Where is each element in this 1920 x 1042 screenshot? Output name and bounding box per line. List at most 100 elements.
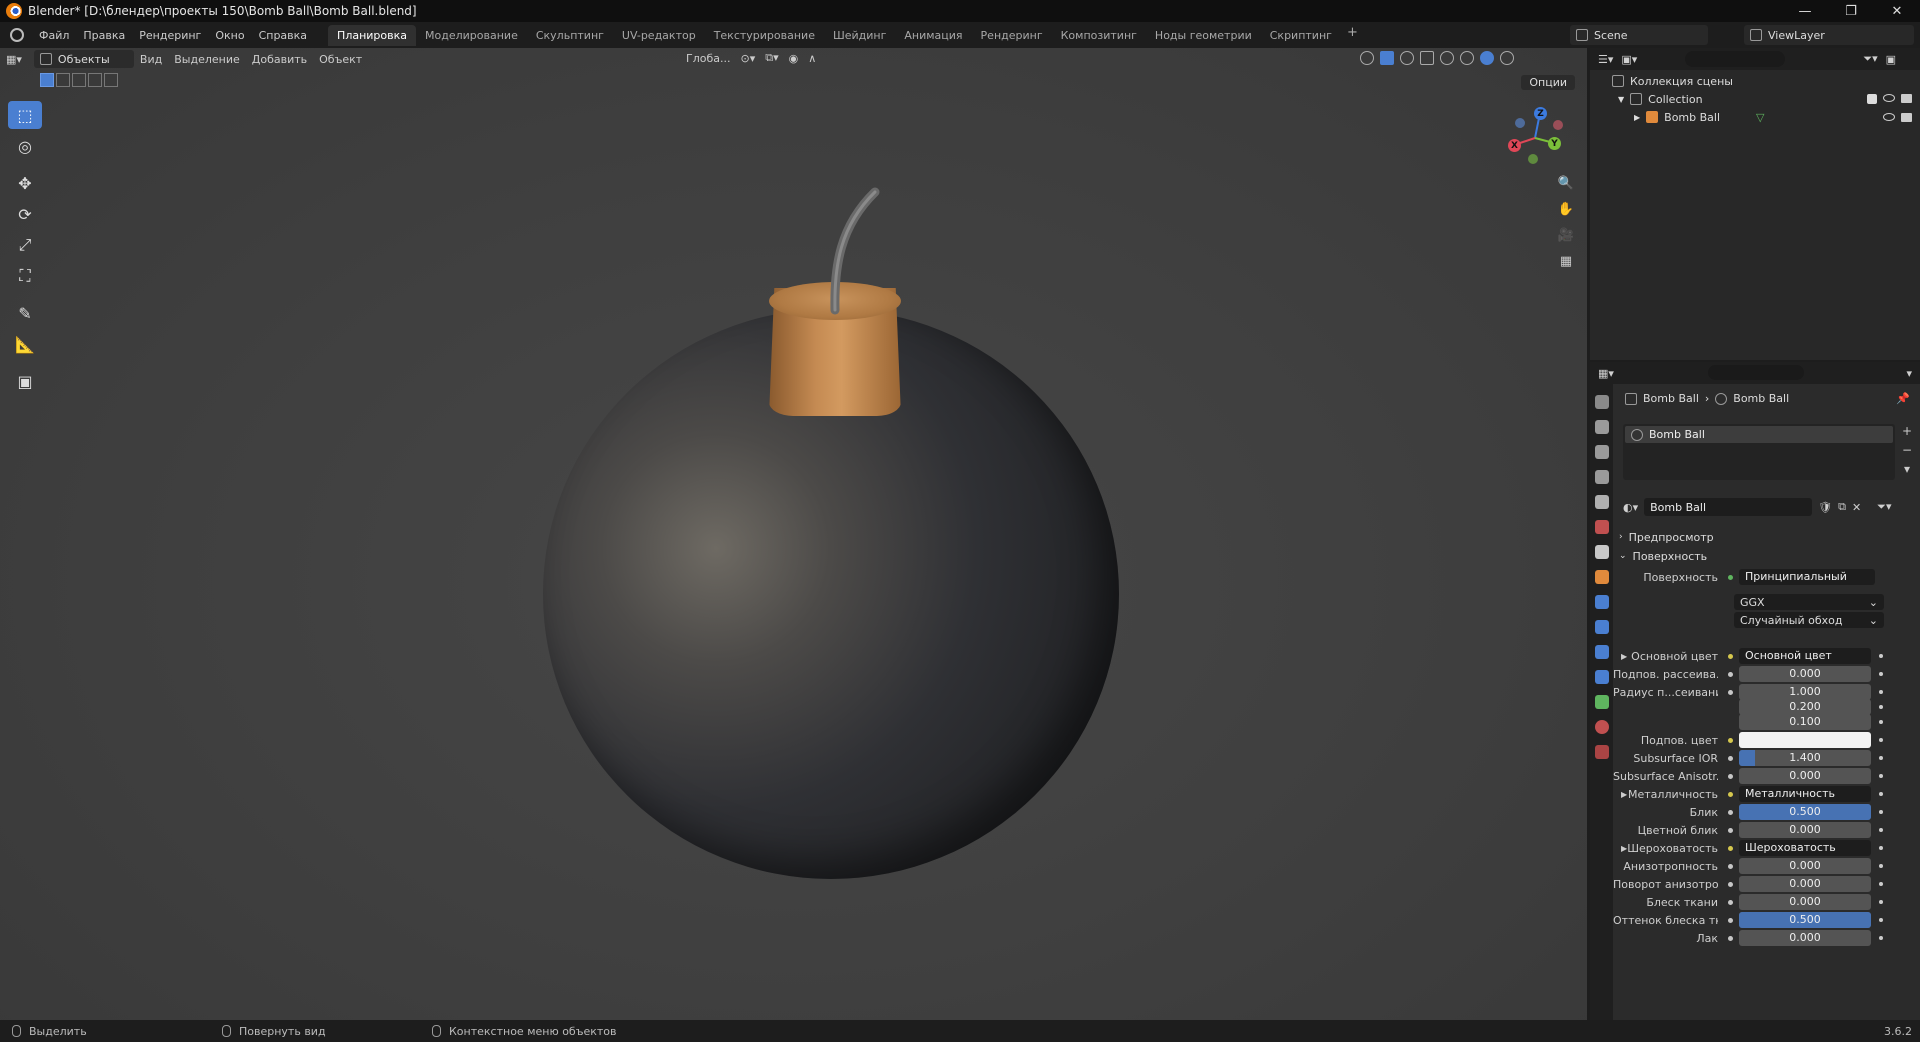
properties-editor-icon[interactable]: ▦▾ (1598, 367, 1614, 380)
tab-sculpting[interactable]: Скульптинг (527, 25, 613, 46)
keyframe-dot-icon[interactable] (1879, 672, 1883, 676)
pan-hand-icon[interactable]: ✋ (1555, 198, 1577, 220)
keyframe-dot-icon[interactable] (1879, 705, 1883, 709)
tab-geometry-nodes[interactable]: Ноды геометрии (1146, 25, 1261, 46)
object-mode-dropdown[interactable]: Объекты (33, 50, 134, 68)
menu-select[interactable]: Выделение (168, 53, 246, 66)
value-field[interactable]: 0.000 (1739, 894, 1871, 910)
value-field[interactable]: 1.400 (1739, 750, 1871, 766)
visibility-icon[interactable] (1360, 51, 1374, 65)
pin-icon[interactable]: 📌 (1896, 392, 1910, 405)
editor-type-icon[interactable]: ▦▾ (0, 49, 28, 69)
constraints-tab-icon[interactable] (1594, 670, 1609, 684)
select-extend-icon[interactable] (56, 73, 70, 87)
menu-help[interactable]: Справка (252, 29, 314, 42)
rotate-tool-icon[interactable]: ⟳ (8, 200, 42, 228)
value-field[interactable]: 0.000 (1739, 876, 1871, 892)
scale-tool-icon[interactable]: ⤢ (8, 231, 42, 259)
3d-viewport[interactable]: ▦▾ Объекты Вид Выделение Добавить Объект… (0, 48, 1587, 1020)
expand-icon[interactable]: ▶ (1621, 844, 1627, 853)
material-slot-list[interactable]: Bomb Ball (1623, 424, 1895, 480)
gizmo-x-axis[interactable]: X (1508, 139, 1521, 152)
keyframe-dot-icon[interactable] (1879, 810, 1883, 814)
transform-tool-icon[interactable]: ⛶ (8, 262, 42, 290)
keyframe-dot-icon[interactable] (1879, 720, 1883, 724)
collection-checkbox[interactable] (1867, 94, 1877, 104)
collapse-icon[interactable]: ▼ (1618, 95, 1624, 104)
socket-dot-icon[interactable] (1728, 653, 1733, 659)
view-layer-selector[interactable]: ViewLayer (1744, 25, 1914, 45)
outliner-collection[interactable]: ▼ Collection (1590, 90, 1920, 108)
tab-animation[interactable]: Анимация (895, 25, 971, 46)
collection-tab-icon[interactable] (1594, 545, 1609, 559)
tab-rendering[interactable]: Рендеринг (972, 25, 1052, 46)
material-slot-item[interactable]: Bomb Ball (1625, 426, 1893, 443)
gizmo-z-axis[interactable]: Z (1534, 107, 1547, 120)
keyframe-dot-icon[interactable] (1879, 690, 1883, 694)
ortho-toggle-icon[interactable]: ▦ (1555, 250, 1577, 272)
object-tab-icon[interactable] (1594, 570, 1609, 584)
object-render-icon[interactable] (1901, 112, 1912, 122)
expand-icon[interactable]: ▶ (1621, 652, 1627, 661)
select-invert-icon[interactable] (88, 73, 102, 87)
socket-dot-icon[interactable] (1728, 671, 1733, 677)
menu-add[interactable]: Добавить (246, 53, 313, 66)
texture-tab-icon[interactable] (1594, 745, 1609, 759)
socket-dot-icon[interactable] (1728, 737, 1733, 743)
socket-dot-icon[interactable] (1728, 845, 1733, 851)
tab-compositing[interactable]: Композитинг (1052, 25, 1146, 46)
material-preview-icon[interactable] (1480, 51, 1494, 65)
value-field[interactable]: 0.000 (1739, 822, 1871, 838)
navigation-gizmo[interactable]: Z X Y (1500, 103, 1570, 173)
duplicate-material-icon[interactable]: ⧉ (1838, 500, 1846, 514)
output-tab-icon[interactable] (1594, 445, 1609, 459)
fake-user-icon[interactable]: 🛡 (1818, 501, 1832, 514)
value-field[interactable]: 0.000 (1739, 930, 1871, 946)
snap-icon[interactable]: ⧉▾ (765, 51, 778, 65)
cursor-tool-icon[interactable]: ◎ (8, 132, 42, 160)
value-field[interactable]: 0.000 (1739, 858, 1871, 874)
properties-options-icon[interactable]: ▾ (1906, 367, 1912, 380)
value-field[interactable]: 0.000 (1739, 768, 1871, 784)
outliner-editor-icon[interactable]: ☰▾ (1598, 53, 1613, 66)
collection-render-icon[interactable] (1901, 94, 1912, 103)
material-browse-icon[interactable]: ◐▾ (1623, 501, 1638, 514)
solid-shading-icon[interactable] (1460, 51, 1474, 65)
outliner-scene-collection[interactable]: Коллекция сцены (1590, 72, 1920, 90)
keyframe-dot-icon[interactable] (1879, 828, 1883, 832)
camera-view-icon[interactable]: 🎥 (1555, 224, 1577, 246)
render-tab-icon[interactable] (1594, 420, 1609, 434)
xray-icon[interactable] (1420, 51, 1434, 65)
linked-input-field[interactable]: Шероховатость (1739, 840, 1871, 856)
socket-dot-icon[interactable] (1728, 863, 1733, 869)
rendered-shading-icon[interactable] (1500, 51, 1514, 65)
mesh-data-icon[interactable]: ▽ (1756, 111, 1764, 124)
minimize-button[interactable]: — (1782, 0, 1828, 22)
gizmo-y-axis[interactable]: Y (1548, 137, 1561, 150)
proportional-edit-icon[interactable]: ◉ (789, 52, 799, 65)
outliner-object-bomb-ball[interactable]: ▶ Bomb Ball ▽ (1590, 108, 1920, 126)
scene-tab-icon[interactable] (1594, 495, 1609, 509)
socket-dot-icon[interactable] (1728, 791, 1733, 797)
distribution-dropdown[interactable]: GGX ⌄ (1734, 594, 1884, 610)
keyframe-dot-icon[interactable] (1879, 900, 1883, 904)
keyframe-dot-icon[interactable] (1879, 882, 1883, 886)
socket-dot-icon[interactable] (1728, 755, 1733, 761)
node-link-icon[interactable]: ⏷▾ (1877, 500, 1891, 514)
keyframe-dot-icon[interactable] (1879, 756, 1883, 760)
keyframe-dot-icon[interactable] (1879, 918, 1883, 922)
world-tab-icon[interactable] (1594, 520, 1609, 534)
menu-object[interactable]: Объект (313, 53, 368, 66)
tab-shading[interactable]: Шейдинг (824, 25, 895, 46)
socket-dot-icon[interactable] (1728, 773, 1733, 779)
socket-dot-icon[interactable] (1728, 827, 1733, 833)
maximize-button[interactable]: ❐ (1828, 0, 1874, 22)
add-slot-button[interactable]: + (1899, 424, 1915, 440)
value-field[interactable]: 0.500 (1739, 804, 1871, 820)
keyframe-dot-icon[interactable] (1879, 654, 1883, 658)
select-subtract-icon[interactable] (72, 73, 86, 87)
object-visibility-icon[interactable] (1883, 112, 1895, 121)
tab-texture-paint[interactable]: Текстурирование (705, 25, 824, 46)
select-intersect-icon[interactable] (104, 73, 118, 87)
panel-surface[interactable]: ⌄ Поверхность (1619, 546, 1915, 566)
